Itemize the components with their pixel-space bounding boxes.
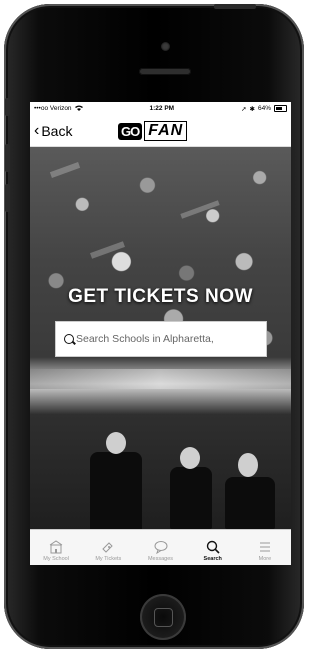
menu-icon [258, 540, 272, 554]
clock-time: 1:22 PM [149, 105, 175, 112]
search-icon [206, 540, 220, 554]
tab-label: More [258, 556, 272, 562]
wifi-icon [74, 105, 83, 113]
messages-icon [154, 540, 168, 555]
cheerleader-figure [225, 477, 275, 529]
cheerleader-head [238, 453, 258, 477]
volume-up-button [5, 144, 10, 172]
tab-label: My Tickets [95, 556, 122, 562]
logo-fan: FAN [144, 121, 188, 141]
tab-my-tickets[interactable]: My Tickets [82, 530, 134, 565]
tab-label: Messages [147, 556, 174, 562]
hero-texture [90, 241, 125, 259]
tab-bar: My School My Tickets Messages Search Mor… [30, 529, 291, 565]
cheerleader-figure [170, 467, 212, 529]
cheerleader-head [106, 432, 126, 454]
app-screen: •••oo Verizon 1:22 PM ➚ ✱ 64% ‹ Back GO … [30, 102, 291, 565]
hero-title: GET TICKETS NOW [68, 286, 253, 307]
battery-percent: 64% [257, 105, 271, 112]
gofan-logo: GO FAN [118, 121, 188, 141]
battery-icon [273, 105, 287, 112]
cheerleader-figure [90, 452, 142, 529]
ticket-icon [101, 540, 115, 554]
hero-texture [49, 162, 81, 178]
front-camera [161, 42, 170, 51]
hero-banner-stripe [30, 369, 291, 389]
navigation-bar: ‹ Back GO FAN [30, 115, 291, 147]
hero-texture [180, 200, 220, 219]
carrier-label: •••oo Verizon [34, 105, 72, 112]
back-label: Back [41, 122, 73, 139]
school-search-bar[interactable] [55, 321, 267, 357]
tab-label: My School [43, 556, 69, 562]
tab-search[interactable]: Search [187, 530, 239, 565]
tab-more[interactable]: More [239, 530, 291, 565]
location-icon: ➚ [241, 105, 247, 113]
earpiece-speaker [139, 68, 191, 75]
power-button [214, 4, 256, 9]
tab-label: Search [203, 556, 222, 562]
cheerleader-head [180, 447, 200, 469]
bluetooth-icon: ✱ [249, 105, 255, 113]
chevron-left-icon: ‹ [34, 121, 40, 139]
hero-image: GET TICKETS NOW [30, 147, 291, 529]
tab-my-school[interactable]: My School [30, 530, 82, 565]
search-icon [64, 334, 74, 344]
home-button-icon [154, 608, 173, 627]
school-icon [49, 540, 63, 554]
school-search-input[interactable] [76, 333, 256, 345]
tab-messages[interactable]: Messages [134, 530, 186, 565]
mute-switch [5, 98, 10, 116]
status-bar: •••oo Verizon 1:22 PM ➚ ✱ 64% [30, 102, 291, 115]
back-button[interactable]: ‹ Back [34, 121, 73, 139]
volume-down-button [5, 184, 10, 212]
logo-go: GO [118, 122, 143, 140]
